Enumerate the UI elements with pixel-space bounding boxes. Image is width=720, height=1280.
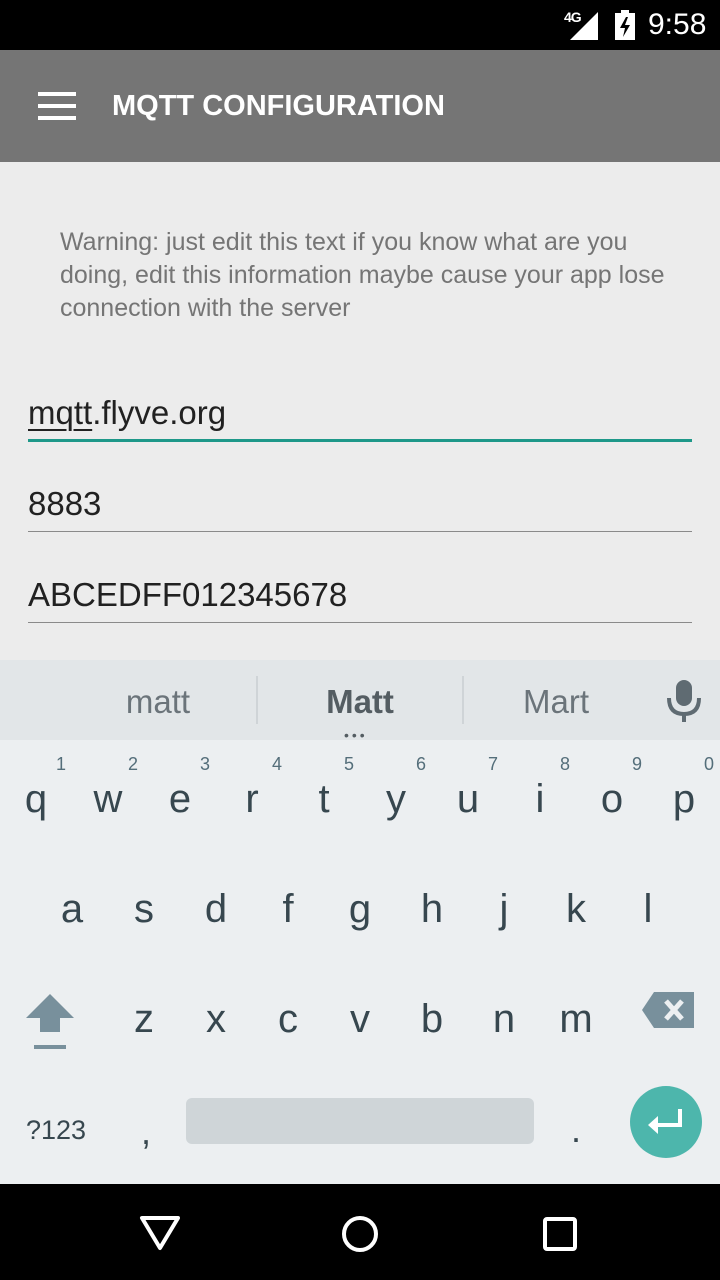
key-j[interactable]: j: [468, 850, 540, 950]
key-p[interactable]: 0p: [648, 740, 720, 840]
port-input[interactable]: 8883: [28, 476, 692, 532]
key-k[interactable]: k: [540, 850, 612, 950]
key-b[interactable]: b: [396, 960, 468, 1060]
composing-word: mqtt: [28, 393, 93, 431]
key-h[interactable]: h: [396, 850, 468, 950]
page-title: MQTT CONFIGURATION: [112, 90, 445, 122]
key-n[interactable]: n: [468, 960, 540, 1060]
space-bar[interactable]: [186, 1098, 534, 1144]
period-key[interactable]: .: [556, 1100, 596, 1160]
signal-icon: [570, 12, 598, 40]
more-suggestions-dots: •••: [344, 727, 368, 743]
key-e[interactable]: 3e: [144, 740, 216, 840]
host-input-rest: .flyve.org: [92, 393, 227, 431]
suggestion-strip: matt Matt ••• Mart: [0, 660, 720, 743]
app-bar: MQTT CONFIGURATION: [0, 50, 720, 162]
key-a[interactable]: a: [36, 850, 108, 950]
back-icon[interactable]: [136, 1210, 184, 1258]
key-l[interactable]: l: [612, 850, 684, 950]
battery-charging-icon: [615, 10, 635, 40]
key-s[interactable]: s: [108, 850, 180, 950]
key-i[interactable]: 8i: [504, 740, 576, 840]
key-w[interactable]: 2w: [72, 740, 144, 840]
key-q[interactable]: 1q: [0, 740, 72, 840]
recents-icon[interactable]: [536, 1210, 584, 1258]
navigation-bar: [0, 1184, 720, 1280]
key-c[interactable]: c: [252, 960, 324, 1060]
key-d[interactable]: d: [180, 850, 252, 950]
key-g[interactable]: g: [324, 850, 396, 950]
status-bar: 4G 9:58: [0, 0, 720, 50]
key-t[interactable]: 5t: [288, 740, 360, 840]
comma-key[interactable]: ,: [126, 1100, 166, 1160]
enter-key[interactable]: [630, 1086, 702, 1158]
soft-keyboard: matt Matt ••• Mart 1q 2w 3e 4r 5t 6y 7u …: [0, 660, 720, 1184]
symbols-key[interactable]: ?123: [14, 1100, 98, 1160]
suggestion-1[interactable]: matt: [60, 660, 256, 740]
topic-input[interactable]: ABCEDFF012345678: [28, 567, 692, 623]
key-x[interactable]: x: [180, 960, 252, 1060]
enter-icon: [648, 1109, 682, 1134]
key-r[interactable]: 4r: [216, 740, 288, 840]
key-f[interactable]: f: [252, 850, 324, 950]
key-v[interactable]: v: [324, 960, 396, 1060]
home-icon[interactable]: [336, 1210, 384, 1258]
key-y[interactable]: 6y: [360, 740, 432, 840]
key-u[interactable]: 7u: [432, 740, 504, 840]
host-input[interactable]: mqtt .flyve.org: [28, 386, 692, 442]
key-m[interactable]: m: [540, 960, 612, 1060]
clock: 9:58: [648, 8, 707, 41]
key-o[interactable]: 9o: [576, 740, 648, 840]
key-z[interactable]: z: [108, 960, 180, 1060]
microphone-icon[interactable]: [664, 678, 704, 722]
backspace-icon[interactable]: [640, 990, 696, 1030]
warning-text: Warning: just edit this text if you know…: [60, 228, 665, 322]
suggestion-3[interactable]: Mart: [464, 660, 648, 740]
menu-icon[interactable]: [24, 78, 88, 134]
shift-key-icon[interactable]: [18, 990, 82, 1054]
